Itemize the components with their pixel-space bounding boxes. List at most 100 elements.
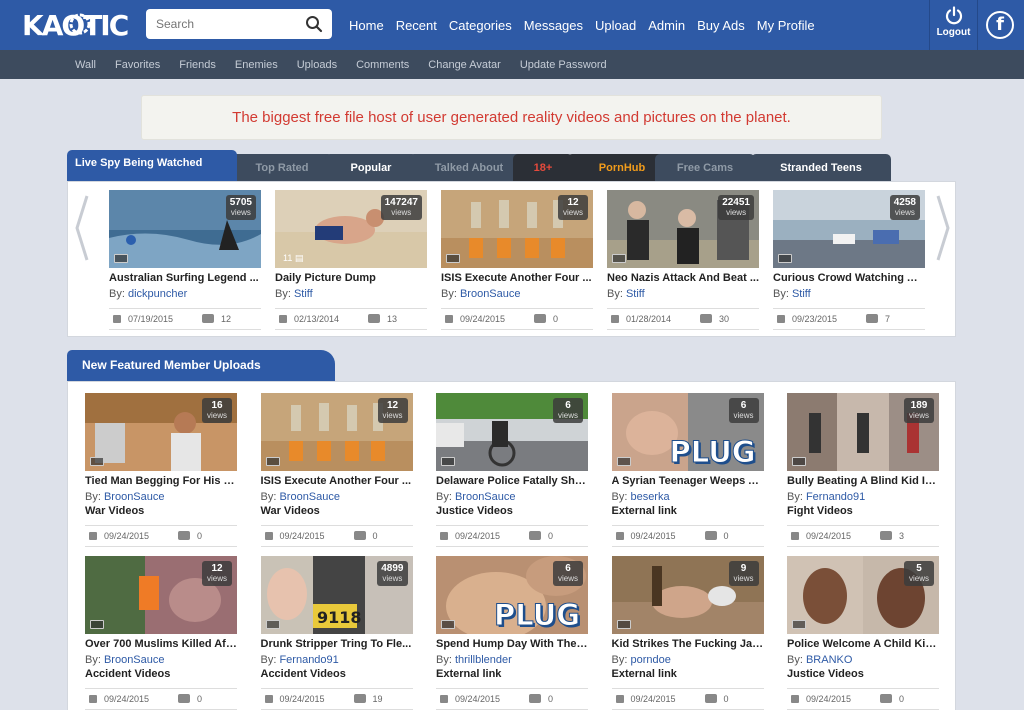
video-title[interactable]: A Syrian Teenager Weeps A... [612,475,764,487]
video-title[interactable]: Daily Picture Dump [275,272,427,284]
author-link[interactable]: BroonSauce [279,491,340,503]
site-logo[interactable]: KAOTIC [20,6,132,44]
video-thumbnail[interactable]: 12 views [441,190,593,268]
author-link[interactable]: dickpuncher [128,288,187,300]
video-title[interactable]: Delaware Police Fatally Sho... [436,475,588,487]
author-link[interactable]: thrillblender [455,654,512,666]
video-card[interactable]: 9118 4899 views Drunk Stripper Tring To Fle… [260,556,413,710]
video-card[interactable]: 6 views PLUG A Syrian Teenager Weeps A... By… [611,393,764,553]
subnav-change-avatar[interactable]: Change Avatar [428,59,501,71]
nav-admin[interactable]: Admin [648,18,685,33]
video-title[interactable]: ISIS Execute Another Four ... [441,272,593,284]
facebook-button[interactable]: f [977,0,1024,50]
search-input[interactable] [146,9,302,39]
video-thumbnail[interactable]: 12 views [85,556,237,634]
video-title[interactable]: Neo Nazis Attack And Beat ... [607,272,759,284]
author-link[interactable]: BRANKO [806,654,852,666]
video-thumbnail[interactable]: 6 views [436,393,588,471]
video-card[interactable]: 9 views Kid Strikes The Fucking Jac... By: … [611,556,764,710]
tab-popular[interactable]: Popular [325,154,417,181]
video-thumbnail[interactable]: 147247 views 11 ▤ [275,190,427,268]
video-title[interactable]: Spend Hump Day With The ... [436,638,588,650]
tab-stranded-teens[interactable]: Stranded Teens [751,154,891,181]
author-link[interactable]: Stiff [626,288,645,300]
author-link[interactable]: BroonSauce [104,654,165,666]
video-card[interactable]: 16 views Tied Man Begging For His L... By: … [85,393,237,553]
subnav-favorites[interactable]: Favorites [115,59,160,71]
video-title[interactable]: ISIS Execute Another Four ... [261,475,413,487]
video-category[interactable]: External link [612,668,764,680]
video-card[interactable]: 4258 views Curious Crowd Watching A ... By:… [773,190,925,332]
video-card[interactable]: 189 views Bully Beating A Blind Kid Is... B… [787,393,939,553]
video-category[interactable]: Justice Videos [436,505,588,517]
video-category[interactable]: External link [436,668,588,680]
video-category[interactable]: War Videos [85,505,237,517]
video-card[interactable]: 5 views Police Welcome A Child Kill... By: … [787,556,939,710]
video-card[interactable]: 12 views Over 700 Muslims Killed Aft... By:… [85,556,237,710]
tab-free-cams[interactable]: Free Cams [655,154,755,181]
video-thumbnail[interactable]: 16 views [85,393,237,471]
nav-recent[interactable]: Recent [396,18,437,33]
tab-talked-about[interactable]: Talked About [409,154,529,181]
video-category[interactable]: Accident Videos [85,668,237,680]
nav-upload[interactable]: Upload [595,18,636,33]
video-card[interactable]: 22451 views Neo Nazis Attack And Beat ... B… [607,190,759,332]
video-card[interactable]: 6 views Delaware Police Fatally Sho... By: … [436,393,588,553]
video-title[interactable]: Australian Surfing Legend ... [109,272,261,284]
nav-my-profile[interactable]: My Profile [757,18,815,33]
video-title[interactable]: Kid Strikes The Fucking Jac... [612,638,764,650]
video-category[interactable]: Accident Videos [261,668,413,680]
video-card[interactable]: 5705 views Australian Surfing Legend ... By… [109,190,261,332]
author-link[interactable]: beserka [630,491,669,503]
author-link[interactable]: Fernando91 [806,491,865,503]
video-thumbnail[interactable]: 6 views PLUG [436,556,588,634]
video-card[interactable]: 12 views ISIS Execute Another Four ... By: … [441,190,593,332]
video-thumbnail[interactable]: 189 views [787,393,939,471]
video-thumbnail[interactable]: 12 views [260,393,413,471]
video-title[interactable]: Bully Beating A Blind Kid Is... [787,475,939,487]
author-link[interactable]: BroonSauce [460,288,521,300]
search-icon[interactable] [305,15,323,33]
nav-buy-ads[interactable]: Buy Ads [697,18,745,33]
subnav-update-password[interactable]: Update Password [520,59,607,71]
author-link[interactable]: BroonSauce [455,491,516,503]
subnav-uploads[interactable]: Uploads [297,59,337,71]
subnav-enemies[interactable]: Enemies [235,59,278,71]
video-title[interactable]: Over 700 Muslims Killed Aft... [85,638,237,650]
logout-button[interactable]: Logout [929,0,977,50]
video-category[interactable]: Justice Videos [787,668,939,680]
video-title[interactable]: Tied Man Begging For His L... [85,475,237,487]
video-thumbnail[interactable]: 9 views [611,556,764,634]
video-card[interactable]: 147247 views 11 ▤ Daily Picture Dump By: Sti… [275,190,427,332]
video-thumbnail[interactable]: 5705 views [109,190,261,268]
author-link[interactable]: BroonSauce [104,491,165,503]
author-link[interactable]: Stiff [792,288,811,300]
author-link[interactable]: Stiff [294,288,313,300]
video-category[interactable]: Fight Videos [787,505,939,517]
author-link[interactable]: porndoe [630,654,670,666]
tab-top-rated[interactable]: Top Rated [231,154,333,181]
subnav-friends[interactable]: Friends [179,59,216,71]
video-title[interactable]: Police Welcome A Child Kill... [787,638,939,650]
video-thumbnail[interactable]: 5 views [787,556,939,634]
video-thumbnail[interactable]: 22451 views [607,190,759,268]
video-title[interactable]: Curious Crowd Watching A ... [773,272,925,284]
carousel-prev-icon[interactable] [74,194,90,262]
video-thumbnail[interactable]: 9118 4899 views [260,556,413,634]
tab-live-spy[interactable]: Live Spy Being Watched [67,150,237,181]
video-card[interactable]: 12 views ISIS Execute Another Four ... By: … [260,393,413,553]
video-category[interactable]: War Videos [261,505,413,517]
video-thumbnail[interactable]: 4258 views [773,190,925,268]
subnav-wall[interactable]: Wall [75,59,96,71]
tab-18-plus[interactable]: 18+ [513,154,573,181]
video-card[interactable]: 6 views PLUG Spend Hump Day With The ... By:… [436,556,588,710]
carousel-next-icon[interactable] [935,194,951,262]
nav-home[interactable]: Home [349,18,384,33]
subnav-comments[interactable]: Comments [356,59,409,71]
nav-categories[interactable]: Categories [449,18,512,33]
author-link[interactable]: Fernando91 [279,654,338,666]
video-title[interactable]: Drunk Stripper Tring To Fle... [261,638,413,650]
video-category[interactable]: External link [612,505,764,517]
nav-messages[interactable]: Messages [524,18,583,33]
video-thumbnail[interactable]: 6 views PLUG [611,393,764,471]
